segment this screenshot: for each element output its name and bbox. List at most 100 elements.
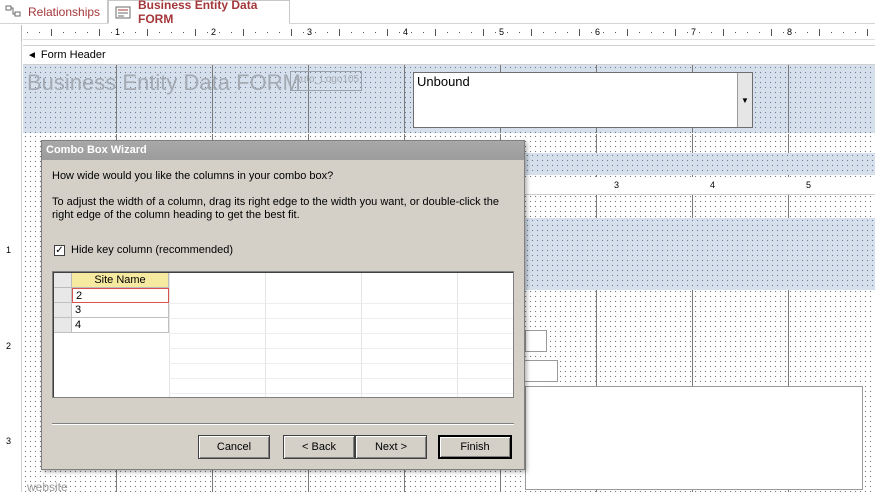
ruler-tick — [159, 32, 160, 33]
ruler-number: 4 — [403, 27, 409, 37]
row-selector[interactable] — [54, 303, 72, 318]
cancel-button[interactable]: Cancel — [198, 435, 270, 459]
ruler-tick — [867, 29, 868, 36]
unbound-combo-box[interactable]: Unbound ▼ — [413, 72, 753, 128]
next-button[interactable]: Next > — [355, 435, 427, 459]
ruler-tick — [123, 32, 124, 33]
ruler-tick — [183, 32, 184, 33]
bg-field-box[interactable] — [525, 330, 547, 352]
back-button[interactable]: < Back — [283, 435, 355, 459]
subform-ruler: 3 4 5 — [525, 177, 875, 195]
ruler-tick — [771, 29, 772, 36]
ruler-tick — [495, 32, 496, 33]
ruler-tick — [651, 32, 652, 33]
row-selector[interactable] — [54, 318, 72, 333]
horizontal-ruler[interactable]: 1 2 3 4 5 6 7 8 — [23, 26, 875, 40]
vertical-ruler[interactable]: 1 2 3 — [0, 41, 22, 492]
dialog-separator — [52, 423, 514, 425]
grid-cell[interactable]: 2 — [72, 288, 169, 303]
ruler-tick — [447, 32, 448, 33]
ruler-tick — [483, 29, 484, 36]
vruler-number: 1 — [6, 245, 12, 255]
ruler-tick — [663, 32, 664, 33]
ruler-tick — [351, 32, 352, 33]
ruler-tick — [471, 32, 472, 33]
ruler-tick — [135, 32, 136, 33]
ruler-tick — [843, 32, 844, 33]
grid-row-line — [169, 378, 513, 379]
finish-button[interactable]: Finish — [438, 435, 512, 459]
vruler-number: 2 — [6, 341, 12, 351]
tab-business-entity-form[interactable]: Business Entity Data FORM — [108, 0, 290, 26]
column-header-site-name[interactable]: Site Name — [72, 273, 169, 288]
ruler-tick — [87, 32, 88, 33]
ruler-tick — [639, 32, 640, 33]
ruler-tick — [39, 32, 40, 33]
ruler-tick — [699, 32, 700, 33]
ruler-tick — [687, 32, 688, 33]
ruler-tick — [591, 32, 592, 33]
grid-select-all-corner[interactable] — [54, 273, 72, 288]
ruler-tick — [75, 32, 76, 33]
detail-band-2 — [525, 218, 875, 290]
ruler-tick — [111, 32, 112, 33]
ruler-tick — [735, 32, 736, 33]
ruler-tick — [315, 32, 316, 33]
row-selector[interactable] — [54, 288, 72, 303]
ruler-tick — [555, 32, 556, 33]
ruler-tick — [627, 29, 628, 36]
relationships-icon — [5, 5, 21, 18]
grid-cell[interactable]: 4 — [72, 318, 169, 333]
ruler-tick — [399, 32, 400, 33]
ruler-number: 8 — [787, 27, 793, 37]
ruler-number: 1 — [115, 27, 121, 37]
ruler-tick — [711, 32, 712, 33]
ruler-tick — [375, 32, 376, 33]
bg-large-control[interactable] — [525, 386, 863, 490]
ruler-tick — [579, 29, 580, 36]
ruler-tick — [615, 32, 616, 33]
ruler-tick — [435, 29, 436, 36]
ruler-number: 7 — [691, 27, 697, 37]
ruler-tick — [255, 32, 256, 33]
ruler-tick — [363, 32, 364, 33]
ruler-tick — [759, 32, 760, 33]
ruler-tick — [303, 32, 304, 33]
grid-row-line — [169, 318, 513, 319]
ruler-number: 3 — [307, 27, 313, 37]
form-title-label[interactable]: Business Entity Data FORM — [27, 70, 301, 96]
ruler-tick — [339, 29, 340, 36]
ruler-tick — [195, 29, 196, 36]
auto-logo-control[interactable]: Auto_Logo105 — [290, 71, 362, 91]
tab-business-entity-form-label: Business Entity Data FORM — [138, 0, 258, 26]
document-tab-bar: Relationships Business Entity Data FORM — [0, 0, 875, 26]
ruler-tick — [459, 32, 460, 33]
hide-key-column-checkbox[interactable]: ✓ — [54, 245, 65, 256]
ruler-tick — [291, 29, 292, 36]
ruler-tick — [423, 32, 424, 33]
ruler-tick — [795, 32, 796, 33]
dialog-title-bar[interactable]: Combo Box Wizard — [42, 141, 524, 160]
ruler-tick — [783, 32, 784, 33]
combo-dropdown-arrow-icon[interactable]: ▼ — [737, 73, 752, 127]
ruler-tick — [567, 32, 568, 33]
column-width-grid[interactable]: Site Name 2 3 4 — [52, 271, 514, 398]
ruler-tick — [387, 29, 388, 36]
combo-value: Unbound — [417, 74, 470, 89]
grid-cell[interactable]: 3 — [72, 303, 169, 318]
ruler-corner[interactable] — [0, 25, 22, 41]
ruler-number: 2 — [211, 27, 217, 37]
section-collapse-icon: ◄ — [27, 49, 37, 61]
combo-box-wizard-dialog: Combo Box Wizard How wide would you like… — [41, 140, 525, 470]
ruler-tick — [63, 32, 64, 33]
ruler-tick — [219, 32, 220, 33]
hide-key-column-label[interactable]: Hide key column (recommended) — [71, 244, 233, 256]
tab-relationships[interactable]: Relationships — [0, 0, 108, 23]
ruler-tick — [723, 29, 724, 36]
form-header-label: Form Header — [40, 49, 106, 61]
check-mark-icon: ✓ — [55, 245, 64, 256]
form-header-section-bar[interactable]: ◄ Form Header — [23, 45, 875, 65]
vruler-number: 3 — [6, 436, 12, 446]
ruler-tick — [543, 32, 544, 33]
ruler-number: 6 — [595, 27, 601, 37]
